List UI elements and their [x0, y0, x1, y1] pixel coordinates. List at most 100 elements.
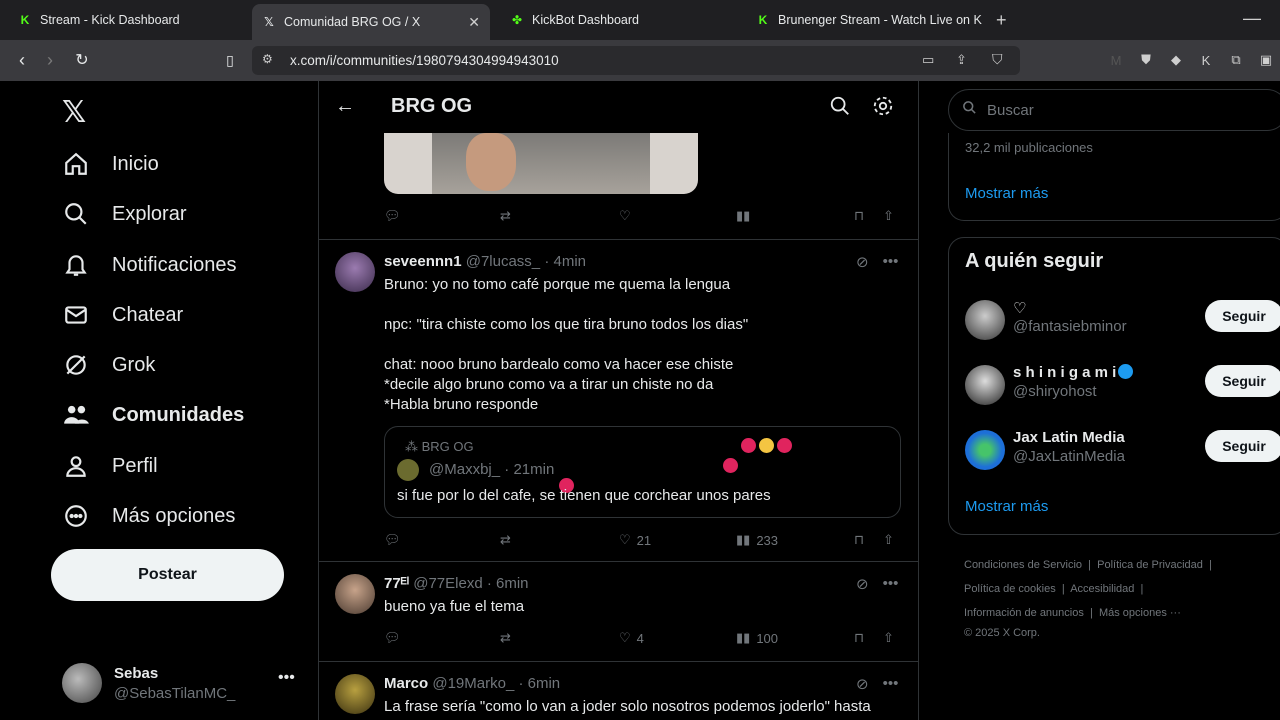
follow-suggestion[interactable]: ♡ @fantasiebminor Seguir	[965, 296, 1280, 344]
kick-icon: K	[758, 13, 768, 27]
quoted-post[interactable]: ⁂ BRG OG @Maxxbj_ · 21min si fue por lo …	[384, 426, 901, 518]
new-tab-icon[interactable]: +	[996, 10, 1007, 31]
nav-item-perfil[interactable]: Perfil	[60, 446, 158, 486]
forward-icon[interactable]: ›	[38, 48, 62, 72]
grok-icon	[60, 349, 92, 381]
post-button[interactable]: Postear	[51, 549, 284, 601]
footer-link[interactable]: Condiciones de Servicio	[964, 559, 1082, 571]
post-media-image[interactable]	[384, 133, 698, 194]
extension-m-icon[interactable]: M	[1106, 50, 1126, 70]
reply-icon[interactable]: 💬︎	[384, 630, 401, 646]
show-more-link[interactable]: Mostrar más	[965, 498, 1048, 515]
post-author-handle[interactable]: @77Elexd	[413, 575, 482, 592]
brave-shield-icon[interactable]: ⛉	[992, 51, 1003, 68]
avatar	[62, 663, 102, 703]
post-author-name[interactable]: Marco	[384, 675, 428, 692]
puzzle-icon[interactable]: ⧉	[1226, 50, 1246, 70]
address-bar[interactable]: ⚙ x.com/i/communities/198079430499494301…	[252, 46, 1020, 75]
shield-icon[interactable]: ⛊	[1136, 50, 1156, 70]
post-author-name[interactable]: seveennn1	[384, 253, 462, 270]
bookmark-icon[interactable]: ▯	[218, 48, 242, 72]
nav-item-grok[interactable]: Grok	[60, 345, 155, 385]
tab-title: Brunenger Stream - Watch Live on Ki	[778, 13, 982, 27]
post-header: seveennn1 @7lucass_ · 4min	[384, 253, 586, 270]
account-switcher[interactable]: Sebas @SebasTilanMC_ •••	[62, 661, 302, 709]
follow-suggestion[interactable]: s h i n i g a m i @shiryohost Seguir	[965, 361, 1280, 409]
follow-button[interactable]: Seguir	[1205, 430, 1280, 462]
like-icon[interactable]: ♡	[619, 208, 631, 224]
nav-item-mas-opciones[interactable]: Más opciones	[60, 496, 235, 536]
views-button[interactable]: ▮▮ 100	[736, 630, 778, 646]
repost-icon[interactable]: ⇄	[500, 532, 511, 548]
share-icon[interactable]: ⇧	[883, 208, 894, 224]
post-author-name[interactable]: 77ᴱˡ	[384, 575, 409, 592]
repost-icon[interactable]: ⇄	[500, 630, 511, 646]
follow-button[interactable]: Seguir	[1205, 365, 1280, 397]
kick-extension-icon[interactable]: K	[1196, 50, 1216, 70]
post-time[interactable]: 6min	[528, 675, 561, 692]
like-button[interactable]: ♡ 21	[619, 532, 651, 548]
back-icon[interactable]: ‹	[10, 48, 34, 72]
grok-icon[interactable]: ⊘	[856, 675, 869, 693]
post-author-handle[interactable]: @19Marko_	[432, 675, 514, 692]
search-input[interactable]: Buscar	[948, 89, 1280, 131]
more-icon[interactable]: •••	[883, 253, 899, 271]
avatar	[965, 430, 1005, 470]
post[interactable]: Marco @19Marko_ · 6min ⊘ ••• La frase se…	[319, 662, 918, 720]
tab-brunenger-stream[interactable]: K Brunenger Stream - Watch Live on Ki	[746, 6, 982, 34]
sidebar-toggle-icon[interactable]: ▣	[1256, 50, 1276, 70]
close-icon[interactable]: ✕	[468, 14, 480, 31]
footer-link[interactable]: Accesibilidad	[1070, 583, 1134, 595]
grok-icon[interactable]: ⊘	[856, 253, 869, 271]
more-icon[interactable]: •••	[883, 575, 899, 593]
minimize-icon[interactable]: —	[1243, 8, 1261, 29]
reload-icon[interactable]: ↻	[70, 48, 94, 72]
site-settings-icon[interactable]: ⚙	[262, 52, 273, 66]
post-time[interactable]: 4min	[554, 253, 587, 270]
nav-label: Explorar	[112, 202, 187, 225]
nav-item-inicio[interactable]: Inicio	[60, 144, 159, 184]
bookmark-icon[interactable]: ⊓	[854, 630, 864, 646]
nav-item-notificaciones[interactable]: Notificaciones	[60, 245, 237, 285]
cast-icon[interactable]: ▭	[922, 52, 934, 68]
who-to-follow-panel: A quién seguir ♡ @fantasiebminor Seguir …	[948, 237, 1280, 535]
post-author-handle[interactable]: @7lucass_	[466, 253, 540, 270]
grok-icon[interactable]: ⊘	[856, 575, 869, 593]
follow-suggestion[interactable]: Jax Latin Media @JaxLatinMedia Seguir	[965, 426, 1280, 474]
x-logo-icon[interactable]: 𝕏	[62, 95, 86, 130]
post-time[interactable]: 6min	[496, 575, 529, 592]
views-icon[interactable]: ▮▮	[736, 208, 750, 224]
follow-button[interactable]: Seguir	[1205, 300, 1280, 332]
nav-item-chatear[interactable]: Chatear	[60, 295, 183, 335]
bookmark-icon[interactable]: ⊓	[854, 208, 864, 224]
footer-link[interactable]: Más opciones ···	[1099, 607, 1181, 619]
tab-title: KickBot Dashboard	[532, 13, 640, 27]
views-button[interactable]: ▮▮ 233	[736, 532, 778, 548]
post[interactable]: seveennn1 @7lucass_ · 4min ⊘ ••• Bruno: …	[319, 240, 918, 561]
reply-icon[interactable]: 💬︎	[384, 532, 401, 548]
share-icon[interactable]: ⇧	[883, 630, 894, 646]
gear-icon[interactable]	[872, 95, 896, 119]
more-icon[interactable]: •••	[883, 675, 899, 693]
diamond-icon[interactable]: ◆	[1166, 50, 1186, 70]
nav-item-comunidades[interactable]: Comunidades	[60, 395, 244, 435]
show-more-link[interactable]: Mostrar más	[965, 185, 1048, 202]
repost-icon[interactable]: ⇄	[500, 208, 511, 224]
footer-link[interactable]: Política de Privacidad	[1097, 559, 1203, 571]
post[interactable]: 77ᴱˡ @77Elexd · 6min ⊘ ••• bueno ya fue …	[319, 562, 918, 661]
tab-kickbot[interactable]: ✤ KickBot Dashboard	[500, 6, 736, 34]
like-button[interactable]: ♡ 4	[619, 630, 644, 646]
share-icon[interactable]: ⇪	[956, 52, 967, 68]
tab-comunidad-brg[interactable]: 𝕏 Comunidad BRG OG / X ✕	[252, 4, 490, 40]
search-icon[interactable]	[829, 95, 853, 119]
post-body: La frase sería "como lo van a joder solo…	[384, 698, 871, 715]
share-icon[interactable]: ⇧	[883, 532, 894, 548]
more-icon[interactable]: •••	[278, 669, 295, 687]
footer-link[interactable]: Política de cookies	[964, 583, 1056, 595]
back-arrow-icon[interactable]: ←	[335, 95, 355, 118]
reply-icon[interactable]: 💬︎	[384, 208, 401, 224]
footer-link[interactable]: Información de anuncios	[964, 607, 1084, 619]
nav-item-explorar[interactable]: Explorar	[60, 194, 186, 234]
tab-kick-dashboard[interactable]: K Stream - Kick Dashboard	[8, 6, 248, 34]
bookmark-icon[interactable]: ⊓	[854, 532, 864, 548]
